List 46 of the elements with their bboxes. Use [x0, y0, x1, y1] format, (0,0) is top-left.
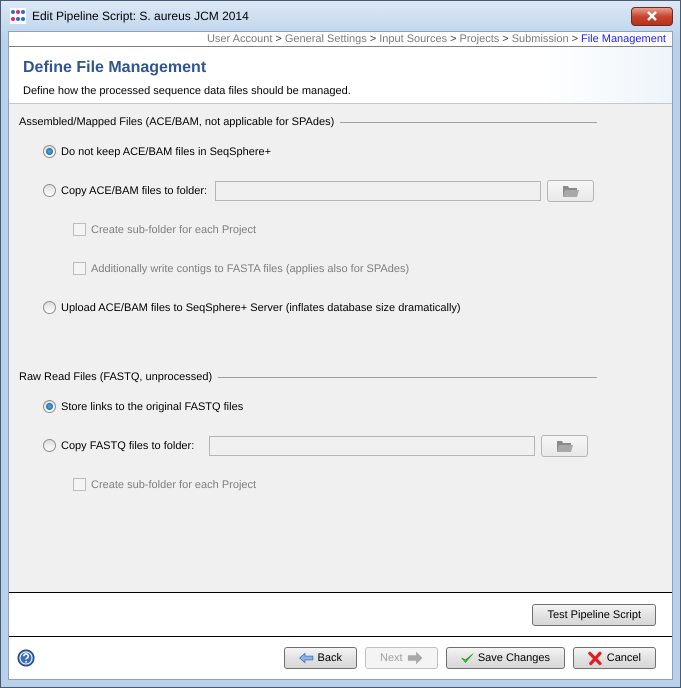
section-title: Assembled/Mapped Files (ACE/BAM, not applicable for SPAdes) — [19, 116, 334, 128]
right-arrow-icon — [406, 650, 423, 666]
browse-button[interactable] — [541, 434, 588, 456]
help-icon[interactable] — [17, 649, 35, 667]
app-icon — [10, 8, 26, 24]
option-label: Create sub-folder for each Project — [91, 478, 256, 490]
footer-button[interactable]: Back — [284, 647, 357, 669]
breadcrumb-item[interactable]: Projects — [460, 32, 500, 46]
breadcrumb-item[interactable]: Input Sources — [379, 32, 448, 46]
breadcrumb-separator: > — [572, 32, 578, 46]
folder-icon — [556, 440, 572, 452]
breadcrumb-item[interactable]: General Settings — [284, 32, 367, 46]
left-arrow-icon — [299, 650, 314, 666]
radio-button[interactable] — [43, 184, 56, 197]
radio-button[interactable] — [43, 400, 56, 413]
folder-path-field[interactable] — [209, 436, 535, 456]
window-title: Edit Pipeline Script: S. aureus JCM 2014 — [32, 9, 249, 23]
folder-icon — [562, 184, 579, 196]
option-label: Upload ACE/BAM files to SeqSphere+ Server (inflates database size dramatically) — [61, 302, 461, 314]
option-label: Create sub-folder for each Project — [91, 224, 256, 236]
breadcrumb-separator: > — [502, 32, 509, 46]
option-label: Do not keep ACE/BAM files in SeqSphere+ — [61, 146, 272, 158]
option-label: Copy FASTQ files to folder: — [61, 440, 196, 452]
radio-button[interactable] — [43, 145, 56, 158]
page-description: Define how the processed sequence data files should be managed. — [23, 85, 352, 97]
test-pipeline-button[interactable]: Test Pipeline Script — [532, 604, 656, 626]
close-button[interactable] — [631, 6, 673, 26]
breadcrumb-separator: > — [370, 32, 376, 46]
option-label: Additionally write contigs to FASTA files (applies also for SPAdes) — [91, 262, 410, 274]
page-title: Define File Management — [23, 59, 208, 77]
folder-path-field[interactable] — [215, 180, 542, 200]
footer-button[interactable]: Cancel — [573, 647, 656, 669]
breadcrumb-item[interactable]: File Management — [581, 32, 666, 46]
breadcrumb-item[interactable]: Submission — [512, 32, 569, 46]
cross-icon — [588, 650, 603, 666]
radio-button[interactable] — [43, 301, 56, 314]
section-title: Raw Read Files (FASTQ, unprocessed) — [19, 371, 212, 383]
radio-button[interactable] — [43, 439, 56, 452]
close-icon — [646, 11, 658, 21]
breadcrumb-item[interactable]: User Account — [206, 32, 272, 46]
option-label: Copy ACE/BAM files to folder: — [61, 184, 208, 196]
breadcrumb-separator: > — [450, 32, 457, 46]
option-label: Store links to the original FASTQ files — [61, 400, 244, 412]
footer-button[interactable]: Save Changes — [446, 647, 565, 669]
breadcrumb-separator: > — [275, 32, 282, 46]
browse-button[interactable] — [547, 180, 594, 202]
